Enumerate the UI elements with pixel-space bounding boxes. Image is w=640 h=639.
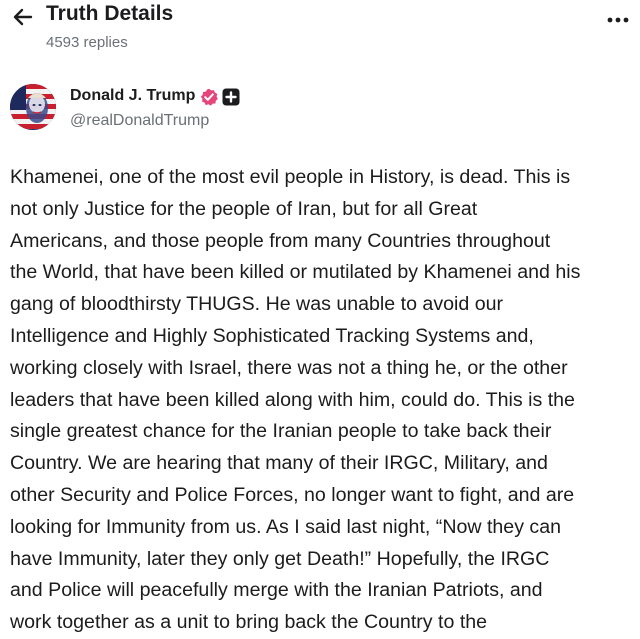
- avatar-image: [10, 84, 56, 130]
- author-handle[interactable]: @realDonaldTrump: [70, 112, 209, 130]
- reply-count: 4593 replies: [46, 34, 128, 51]
- back-arrow-icon[interactable]: [10, 4, 36, 30]
- post-line: leaders that have been killed along with…: [10, 388, 575, 411]
- post-line: and Police will peacefully merge with th…: [10, 579, 543, 602]
- plus-badge-icon: [222, 88, 240, 106]
- verified-badge-icon: [200, 88, 218, 106]
- post-line: gang of bloodthirsty THUGS. He was unabl…: [10, 293, 504, 316]
- post-body: Khamenei, one of the most evil people in…: [10, 162, 640, 639]
- post-line: work together as a unit to bring back th…: [10, 611, 488, 634]
- post-line: Intelligence and Highly Sophisticated Tr…: [10, 324, 534, 347]
- post-line: not only Justice for the people of Iran,…: [10, 197, 478, 220]
- top-bar: Truth Details 4593 replies: [0, 0, 640, 60]
- post-line: working closely with Israel, there was n…: [10, 356, 568, 379]
- author-name[interactable]: Donald J. Trump: [70, 87, 195, 105]
- post-line: the World, that have been killed or muti…: [10, 261, 581, 284]
- page-title: Truth Details: [46, 2, 174, 25]
- more-options-icon[interactable]: [604, 4, 632, 28]
- avatar[interactable]: [10, 84, 56, 130]
- post-line: Khamenei, one of the most evil people in…: [10, 166, 571, 188]
- post-line: have Immunity, later they only get Death…: [10, 547, 550, 570]
- post-line: single greatest chance for the Iranian p…: [10, 420, 552, 443]
- post-line: looking for Immunity from us. As I said …: [10, 515, 562, 538]
- post-line: other Security and Police Forces, no lon…: [10, 483, 575, 506]
- post-line: Americans, and those people from many Co…: [10, 229, 551, 252]
- post-line: Country. We are hearing that many of the…: [10, 452, 548, 475]
